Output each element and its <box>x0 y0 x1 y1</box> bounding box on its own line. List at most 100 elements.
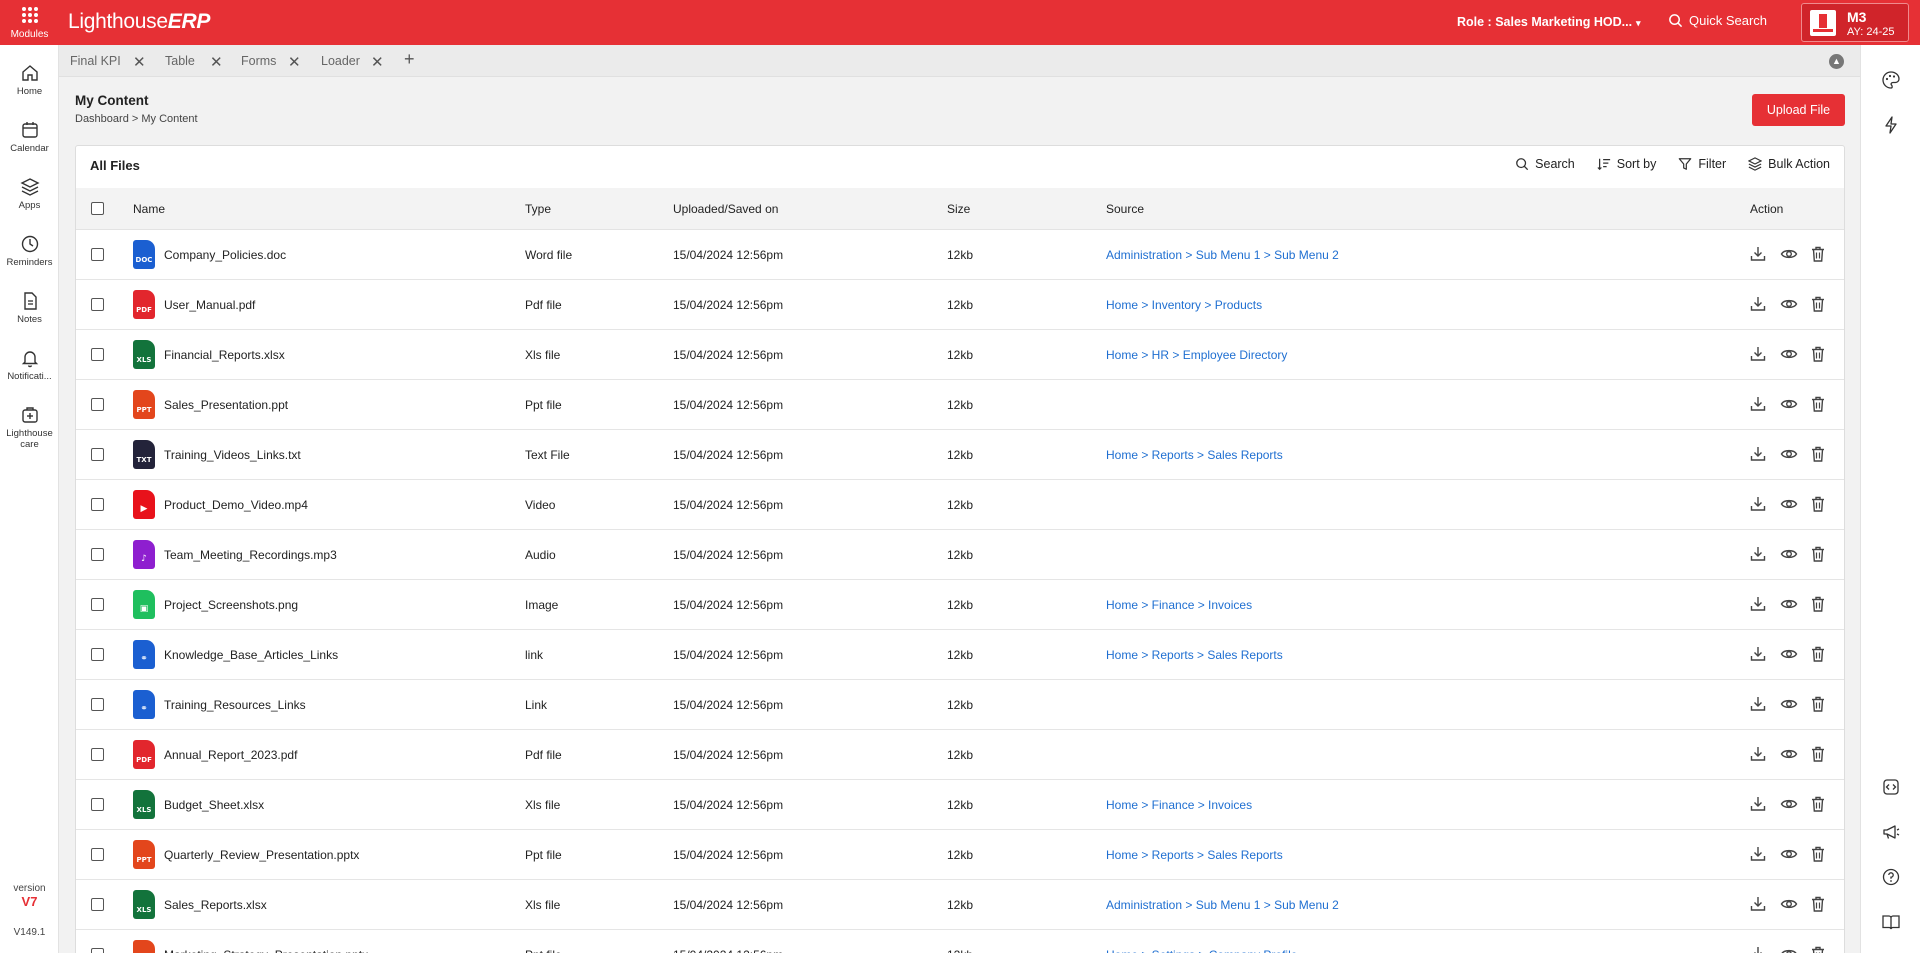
lightning-icon[interactable] <box>1881 115 1901 135</box>
file-name[interactable]: Training_Videos_Links.txt <box>164 448 301 462</box>
download-icon[interactable] <box>1749 645 1767 663</box>
quick-search-button[interactable]: Quick Search <box>1668 13 1767 28</box>
delete-trash-icon[interactable] <box>1809 795 1827 813</box>
add-tab-icon[interactable]: + <box>404 49 415 70</box>
row-checkbox[interactable] <box>91 248 104 261</box>
delete-trash-icon[interactable] <box>1809 895 1827 913</box>
row-checkbox[interactable] <box>91 548 104 561</box>
row-checkbox[interactable] <box>91 798 104 811</box>
code-icon[interactable] <box>1881 777 1901 797</box>
sidebar-item-apps[interactable]: Apps <box>0 177 59 211</box>
delete-trash-icon[interactable] <box>1809 495 1827 513</box>
file-name[interactable]: Sales_Reports.xlsx <box>164 898 267 912</box>
download-icon[interactable] <box>1749 745 1767 763</box>
sort-by-button[interactable]: Sort by <box>1597 157 1656 171</box>
file-name[interactable]: Financial_Reports.xlsx <box>164 348 285 362</box>
file-name[interactable]: Quarterly_Review_Presentation.pptx <box>164 848 359 862</box>
user-profile-button[interactable]: M3 AY: 24-25 <box>1801 3 1909 42</box>
file-name[interactable]: Product_Demo_Video.mp4 <box>164 498 308 512</box>
source-link[interactable]: Home > Settings > Company Profile <box>1106 948 1297 953</box>
file-name[interactable]: Team_Meeting_Recordings.mp3 <box>164 548 337 562</box>
view-eye-icon[interactable] <box>1780 395 1798 413</box>
view-eye-icon[interactable] <box>1780 595 1798 613</box>
source-link[interactable]: Home > Reports > Sales Reports <box>1106 848 1283 862</box>
view-eye-icon[interactable] <box>1780 445 1798 463</box>
download-icon[interactable] <box>1749 695 1767 713</box>
close-icon[interactable]: ✕ <box>210 53 223 71</box>
download-icon[interactable] <box>1749 445 1767 463</box>
file-name[interactable]: Sales_Presentation.ppt <box>164 398 288 412</box>
row-checkbox[interactable] <box>91 648 104 661</box>
app-logo[interactable]: LighthouseERP <box>68 10 210 34</box>
column-name[interactable]: Name <box>133 202 165 216</box>
file-name[interactable]: Budget_Sheet.xlsx <box>164 798 264 812</box>
row-checkbox[interactable] <box>91 948 104 953</box>
row-checkbox[interactable] <box>91 898 104 911</box>
role-selector[interactable]: Role : Sales Marketing HOD... ▾ <box>1457 15 1641 29</box>
file-name[interactable]: Training_Resources_Links <box>164 698 306 712</box>
palette-icon[interactable] <box>1881 70 1901 90</box>
download-icon[interactable] <box>1749 395 1767 413</box>
delete-trash-icon[interactable] <box>1809 945 1827 953</box>
source-link[interactable]: Home > Reports > Sales Reports <box>1106 648 1283 662</box>
sidebar-item-calendar[interactable]: Calendar <box>0 120 59 154</box>
sidebar-item-lighthouse-care[interactable]: Lighthouse care <box>0 405 59 450</box>
view-eye-icon[interactable] <box>1780 345 1798 363</box>
download-icon[interactable] <box>1749 895 1767 913</box>
row-checkbox[interactable] <box>91 698 104 711</box>
sidebar-item-reminders[interactable]: Reminders <box>0 234 59 268</box>
delete-trash-icon[interactable] <box>1809 595 1827 613</box>
source-link[interactable]: Home > Reports > Sales Reports <box>1106 448 1283 462</box>
row-checkbox[interactable] <box>91 748 104 761</box>
close-icon[interactable]: ✕ <box>371 53 384 71</box>
download-icon[interactable] <box>1749 245 1767 263</box>
row-checkbox[interactable] <box>91 848 104 861</box>
file-name[interactable]: Marketing_Strategy_Presentation.pptx <box>164 948 368 953</box>
row-checkbox[interactable] <box>91 448 104 461</box>
source-link[interactable]: Home > HR > Employee Directory <box>1106 348 1287 362</box>
download-icon[interactable] <box>1749 595 1767 613</box>
file-name[interactable]: Company_Policies.doc <box>164 248 286 262</box>
source-link[interactable]: Home > Inventory > Products <box>1106 298 1262 312</box>
download-icon[interactable] <box>1749 345 1767 363</box>
collapse-up-icon[interactable]: ▲ <box>1829 54 1844 69</box>
row-checkbox[interactable] <box>91 298 104 311</box>
view-eye-icon[interactable] <box>1780 495 1798 513</box>
sidebar-item-notifications[interactable]: Notificati... <box>0 348 59 382</box>
download-icon[interactable] <box>1749 795 1767 813</box>
view-eye-icon[interactable] <box>1780 795 1798 813</box>
delete-trash-icon[interactable] <box>1809 445 1827 463</box>
column-uploaded-on[interactable]: Uploaded/Saved on <box>673 202 778 216</box>
row-checkbox[interactable] <box>91 398 104 411</box>
view-eye-icon[interactable] <box>1780 295 1798 313</box>
delete-trash-icon[interactable] <box>1809 845 1827 863</box>
download-icon[interactable] <box>1749 495 1767 513</box>
download-icon[interactable] <box>1749 845 1767 863</box>
bulk-action-button[interactable]: Bulk Action <box>1748 157 1830 171</box>
download-icon[interactable] <box>1749 295 1767 313</box>
delete-trash-icon[interactable] <box>1809 395 1827 413</box>
search-button[interactable]: Search <box>1515 157 1575 171</box>
tab-final-kpi[interactable]: Final KPI ✕ <box>70 54 146 71</box>
delete-trash-icon[interactable] <box>1809 245 1827 263</box>
tab-forms[interactable]: Forms ✕ <box>241 54 301 71</box>
source-link[interactable]: Home > Finance > Invoices <box>1106 798 1252 812</box>
column-size[interactable]: Size <box>947 202 970 216</box>
source-link[interactable]: Administration > Sub Menu 1 > Sub Menu 2 <box>1106 898 1339 912</box>
filter-button[interactable]: Filter <box>1678 157 1726 171</box>
file-name[interactable]: Project_Screenshots.png <box>164 598 298 612</box>
select-all-checkbox[interactable] <box>91 202 104 215</box>
megaphone-icon[interactable] <box>1881 822 1901 842</box>
view-eye-icon[interactable] <box>1780 945 1798 953</box>
tab-table[interactable]: Table ✕ <box>165 54 223 71</box>
row-checkbox[interactable] <box>91 598 104 611</box>
view-eye-icon[interactable] <box>1780 245 1798 263</box>
book-icon[interactable] <box>1881 912 1901 932</box>
close-icon[interactable]: ✕ <box>133 53 146 71</box>
delete-trash-icon[interactable] <box>1809 695 1827 713</box>
view-eye-icon[interactable] <box>1780 845 1798 863</box>
file-name[interactable]: Knowledge_Base_Articles_Links <box>164 648 338 662</box>
view-eye-icon[interactable] <box>1780 645 1798 663</box>
close-icon[interactable]: ✕ <box>288 53 301 71</box>
delete-trash-icon[interactable] <box>1809 645 1827 663</box>
